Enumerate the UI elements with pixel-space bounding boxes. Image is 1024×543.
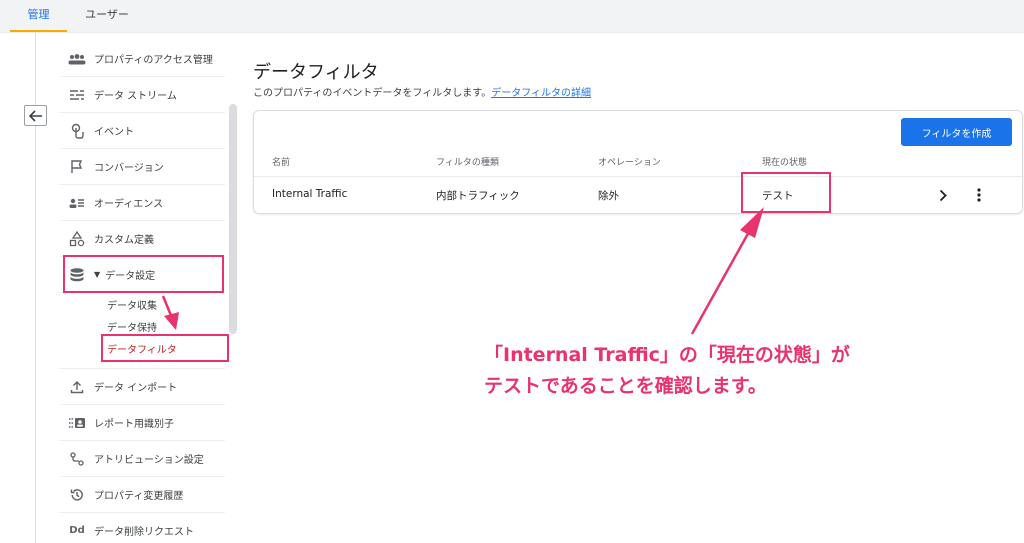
annotation-line-1: 「Internal Traffic」の「現在の状態」が bbox=[484, 344, 850, 366]
annotation-arrows bbox=[161, 207, 764, 335]
annotation-arrow-to-data-filters bbox=[161, 295, 179, 330]
annotation-arrow-to-state bbox=[690, 207, 764, 335]
annotation-line-2: テストであることを確認します。 bbox=[484, 375, 767, 397]
